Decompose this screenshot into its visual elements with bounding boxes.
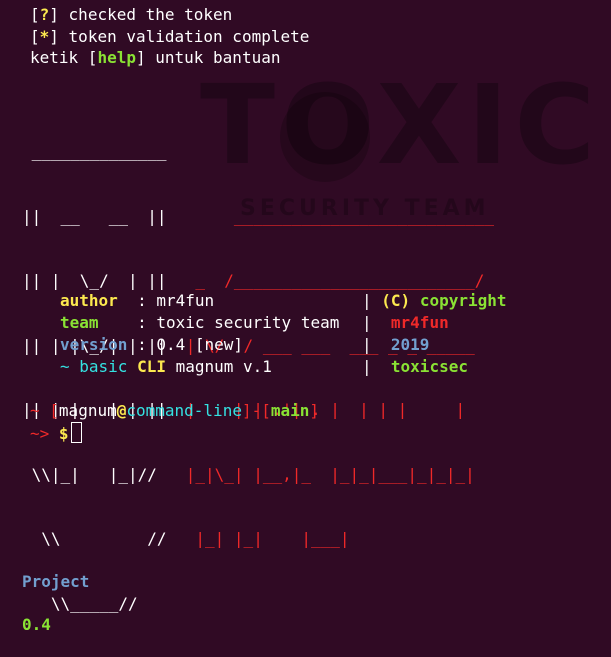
- terminal-window[interactable]: TOXIC SECURITY TEAM [?] checked the toke…: [0, 0, 611, 634]
- version-key: version: [60, 335, 128, 354]
- ascii-line: ______________: [22, 142, 167, 161]
- ascii-line: \\ // |_| |_| |___| Project 0.4: [22, 528, 494, 634]
- desc-cli: CLI: [137, 357, 166, 376]
- info-right-year: | 2019: [362, 335, 430, 354]
- info-right-team: | toxicsec: [362, 357, 468, 376]
- prompt-user: magnum: [58, 401, 117, 420]
- prompt-line: ~ [magnum@command-line]-[main]: [30, 401, 320, 420]
- prompt-at: @: [116, 401, 127, 420]
- help-hint-line: ketik [help] untuk bantuan: [30, 48, 281, 67]
- info-row-description: ~ basic CLI magnum v.1: [60, 356, 272, 378]
- version-value: : 0.4 [new]: [137, 335, 244, 354]
- ascii-line: \\_____//: [22, 593, 138, 613]
- team-key: team: [60, 313, 99, 332]
- prompt-host: command-line: [126, 401, 242, 420]
- desc-prefix: ~ basic: [60, 357, 138, 376]
- help-prefix: ketik: [30, 48, 88, 67]
- info-right-author: | mr4fun: [362, 313, 449, 332]
- prompt-arrow: ~>: [30, 424, 50, 443]
- help-keyword: help: [97, 48, 136, 67]
- status-text: checked the token: [68, 5, 233, 24]
- copyright-word: copyright: [419, 291, 507, 310]
- author-key: author: [60, 291, 118, 310]
- project-label: Project: [22, 572, 90, 591]
- info-row-team: team : toxic security team: [60, 312, 339, 334]
- info-row-author: author : mr4fun: [60, 290, 214, 312]
- desc-suffix: magnum v.1: [165, 357, 272, 376]
- status-mark: ?: [39, 5, 50, 24]
- team-value: : toxic security team: [137, 313, 340, 332]
- year-value: 2019: [390, 335, 430, 354]
- info-right-copyright: | (C) copyright: [362, 291, 507, 310]
- copyright-mark: (C): [381, 291, 411, 310]
- ascii-line: || __ __ || ___________________________: [22, 206, 495, 226]
- status-line-validated: [*] token validation complete: [30, 27, 310, 46]
- status-line-checked: [?] checked the token: [30, 5, 233, 24]
- prompt-dollar: $: [58, 424, 69, 443]
- status-mark: *: [39, 27, 50, 46]
- text-cursor[interactable]: [70, 422, 82, 443]
- input-line[interactable]: ~> $: [30, 422, 82, 444]
- prompt-tilde: ~: [30, 401, 40, 420]
- project-version: 0.4: [22, 615, 51, 634]
- ascii-line: \\|_| |_|// |_|\_| |__,|_ |_|_|___|_|_|_…: [22, 464, 475, 484]
- prompt-branch: main: [270, 401, 310, 420]
- team-short: toxicsec: [390, 357, 468, 376]
- author-value: : mr4fun: [137, 291, 215, 310]
- prompt-dash: -: [251, 401, 262, 420]
- author-right: mr4fun: [390, 313, 449, 332]
- ascii-banner: ______________ || __ __ || _____________…: [22, 98, 494, 657]
- info-row-version: version : 0.4 [new]: [60, 334, 243, 356]
- status-text: token validation complete: [68, 27, 310, 46]
- help-suffix: untuk bantuan: [145, 48, 281, 67]
- ascii-line: || | \_/ | || _ /_______________________…: [22, 271, 485, 290]
